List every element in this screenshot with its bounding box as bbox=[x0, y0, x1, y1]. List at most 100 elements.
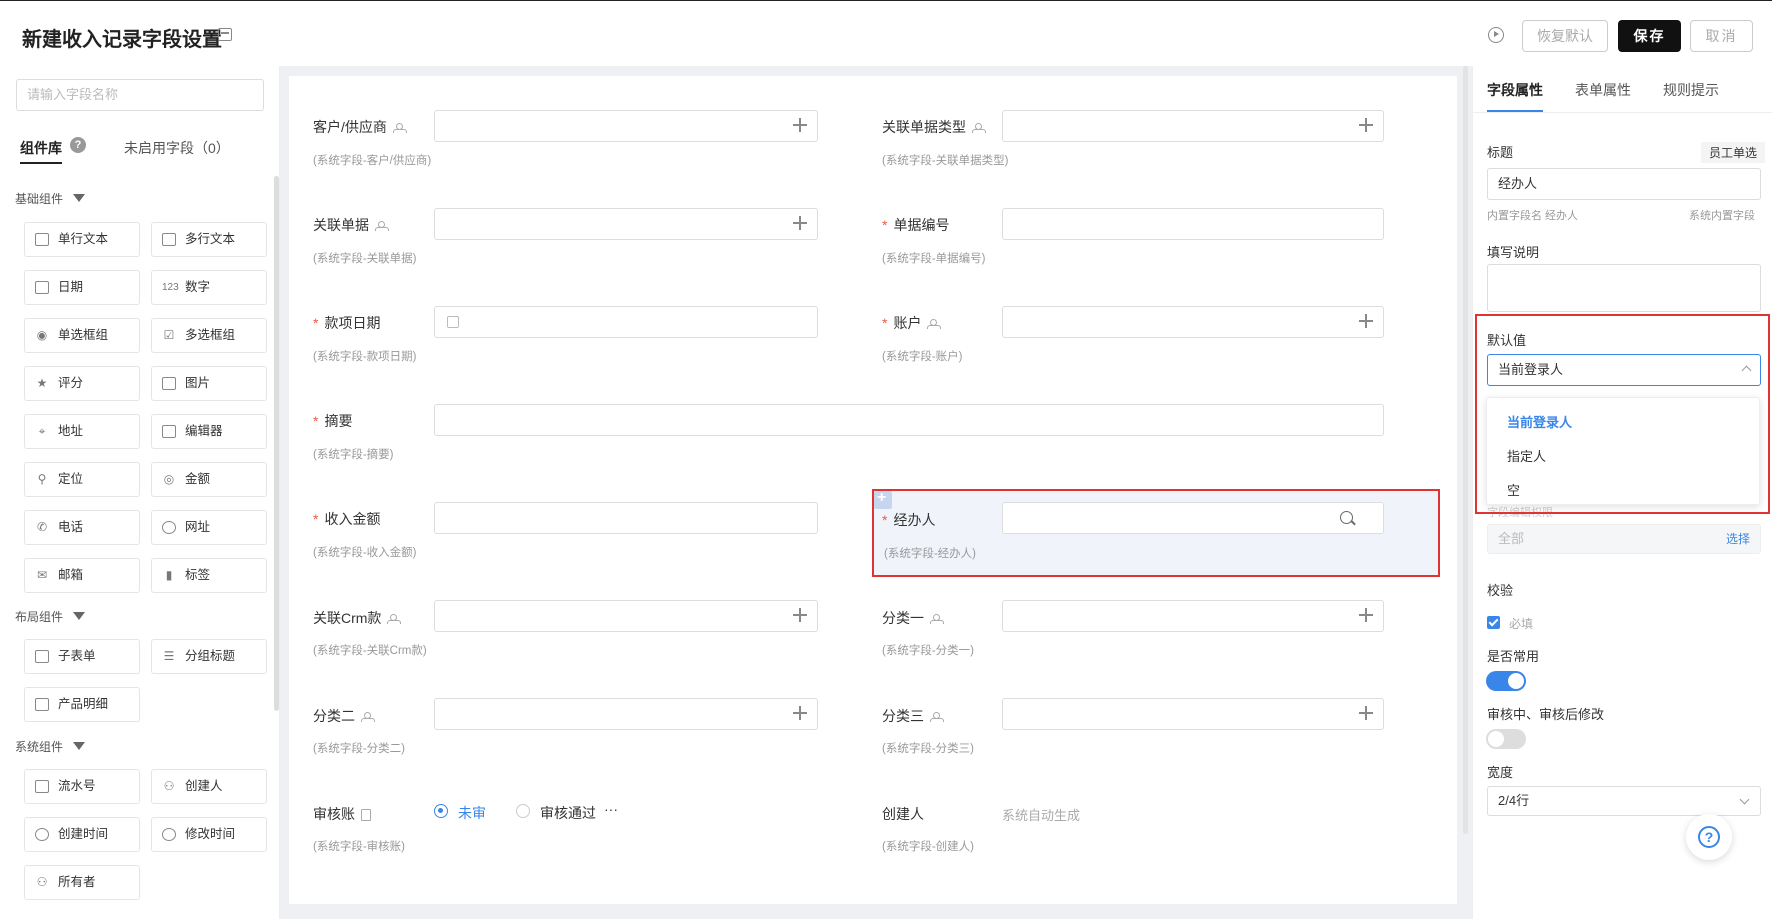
linked-doc-input[interactable] bbox=[434, 208, 818, 240]
default-value-select[interactable]: 当前登录人 bbox=[1487, 354, 1761, 386]
component-subform[interactable]: 子表单 bbox=[24, 639, 140, 674]
component-image[interactable]: 图片 bbox=[151, 366, 267, 401]
option-current-user[interactable]: 当前登录人 bbox=[1507, 412, 1572, 431]
component-editor[interactable]: 编辑器 bbox=[151, 414, 267, 449]
category-one-input[interactable] bbox=[1002, 600, 1384, 632]
component-date[interactable]: 日期 bbox=[24, 270, 140, 305]
title-label: 标题 bbox=[1487, 145, 1514, 160]
field-search-input[interactable]: 请输入字段名称 bbox=[16, 79, 264, 111]
field-sub-summary: (系统字段-摘要) bbox=[313, 449, 394, 461]
permission-scope-input[interactable]: 全部 选择 bbox=[1487, 524, 1761, 554]
map-pin-icon: ⚲ bbox=[37, 472, 47, 486]
caret-down-icon[interactable] bbox=[73, 194, 85, 202]
component-single-text[interactable]: 单行文本 bbox=[24, 222, 140, 257]
section-system[interactable]: 系统组件 bbox=[15, 738, 63, 755]
category-two-input[interactable] bbox=[434, 698, 818, 730]
tab-rule-tips[interactable]: 规则提示 bbox=[1663, 80, 1719, 100]
tab-field-properties[interactable]: 字段属性 bbox=[1487, 80, 1543, 100]
component-creator[interactable]: ⚇ 创建人 bbox=[151, 769, 267, 804]
plus-icon[interactable] bbox=[792, 607, 808, 623]
editor-icon bbox=[162, 425, 176, 438]
field-sub-category-one: (系统字段-分类一) bbox=[882, 645, 974, 657]
plus-icon[interactable] bbox=[1358, 313, 1374, 329]
radio-label-unaudited[interactable]: 未审 bbox=[458, 803, 486, 823]
component-owner[interactable]: ⚇ 所有者 bbox=[24, 865, 140, 900]
select-link[interactable]: 选择 bbox=[1726, 525, 1750, 553]
caret-down-icon[interactable] bbox=[73, 612, 85, 620]
drag-handle-icon[interactable] bbox=[874, 489, 892, 509]
builtin-field-name: 内置字段名 经办人 bbox=[1487, 210, 1579, 222]
payment-date-input[interactable] bbox=[434, 306, 818, 338]
caret-down-icon[interactable] bbox=[73, 742, 85, 750]
component-group-title[interactable]: ☰ 分组标题 bbox=[151, 639, 267, 674]
component-radio-group[interactable]: ◉ 单选框组 bbox=[24, 318, 140, 353]
section-layout[interactable]: 布局组件 bbox=[15, 608, 63, 625]
component-serial-number[interactable]: 流水号 bbox=[24, 769, 140, 804]
search-icon[interactable] bbox=[1340, 511, 1353, 524]
tab-unused-fields[interactable]: 未启用字段（0） bbox=[124, 138, 230, 158]
help-button[interactable]: ? bbox=[1686, 814, 1732, 860]
component-phone[interactable]: ✆ 电话 bbox=[24, 510, 140, 545]
component-checkbox-group[interactable]: ☑ 多选框组 bbox=[151, 318, 267, 353]
option-specified-person[interactable]: 指定人 bbox=[1507, 446, 1546, 465]
option-empty[interactable]: 空 bbox=[1507, 480, 1520, 499]
component-url[interactable]: 网址 bbox=[151, 510, 267, 545]
radio-label-approved[interactable]: 审核通过 bbox=[540, 803, 596, 823]
handler-input[interactable] bbox=[1002, 502, 1384, 534]
component-created-time[interactable]: 创建时间 bbox=[24, 817, 140, 852]
title-input[interactable]: 经办人 bbox=[1487, 168, 1761, 200]
component-email[interactable]: ✉ 邮箱 bbox=[24, 558, 140, 593]
linked-crm-input[interactable] bbox=[434, 600, 818, 632]
canvas-scrollbar[interactable] bbox=[1463, 66, 1468, 834]
radio-icon: ◉ bbox=[36, 328, 48, 342]
radio-unaudited[interactable] bbox=[434, 804, 448, 818]
income-amount-input[interactable] bbox=[434, 502, 818, 534]
plus-icon[interactable] bbox=[1358, 117, 1374, 133]
component-number[interactable]: 123 数字 bbox=[151, 270, 267, 305]
description-textarea[interactable] bbox=[1487, 264, 1761, 312]
restore-default-button[interactable]: 恢复默认 bbox=[1522, 20, 1608, 52]
linked-doc-type-input[interactable] bbox=[1002, 110, 1384, 142]
plus-icon[interactable] bbox=[1358, 607, 1374, 623]
image-icon bbox=[162, 377, 176, 390]
radio-approved[interactable] bbox=[516, 804, 530, 818]
field-label-linked-doc-type: 关联单据类型 bbox=[882, 117, 986, 137]
audit-edit-toggle[interactable] bbox=[1486, 729, 1526, 749]
person-icon bbox=[361, 712, 375, 723]
tab-component-library[interactable]: 组件库 bbox=[20, 138, 62, 158]
person-icon bbox=[930, 712, 944, 723]
layout-toggle-icon[interactable] bbox=[218, 28, 232, 41]
summary-input[interactable] bbox=[434, 404, 1384, 436]
component-address[interactable]: ⌖ 地址 bbox=[24, 414, 140, 449]
help-badge-icon[interactable]: ? bbox=[70, 137, 86, 153]
required-checkbox[interactable] bbox=[1487, 616, 1500, 629]
question-icon: ? bbox=[1698, 826, 1720, 848]
plus-icon[interactable] bbox=[1358, 705, 1374, 721]
component-tag[interactable]: ▮ 标签 bbox=[151, 558, 267, 593]
creator-auto-value: 系统自动生成 bbox=[1002, 808, 1081, 823]
plus-icon[interactable] bbox=[792, 117, 808, 133]
tab-form-properties[interactable]: 表单属性 bbox=[1575, 80, 1631, 100]
category-three-input[interactable] bbox=[1002, 698, 1384, 730]
component-location[interactable]: ⚲ 定位 bbox=[24, 462, 140, 497]
component-multi-text[interactable]: 多行文本 bbox=[151, 222, 267, 257]
plus-icon[interactable] bbox=[792, 215, 808, 231]
component-rating[interactable]: ★ 评分 bbox=[24, 366, 140, 401]
component-amount[interactable]: ◎ 金额 bbox=[151, 462, 267, 497]
common-toggle[interactable] bbox=[1486, 671, 1526, 691]
account-input[interactable] bbox=[1002, 306, 1384, 338]
component-modified-time[interactable]: 修改时间 bbox=[151, 817, 267, 852]
document-icon bbox=[361, 809, 371, 822]
doc-number-input[interactable] bbox=[1002, 208, 1384, 240]
preview-play-icon[interactable] bbox=[1488, 27, 1504, 43]
component-product-detail[interactable]: 产品明细 bbox=[24, 687, 140, 722]
chevron-down-icon bbox=[1739, 794, 1750, 805]
more-options-icon[interactable]: ··· bbox=[604, 801, 618, 817]
save-button[interactable]: 保存 bbox=[1618, 20, 1681, 52]
width-select[interactable]: 2/4行 bbox=[1487, 786, 1761, 816]
section-basic[interactable]: 基础组件 bbox=[15, 190, 63, 207]
plus-icon[interactable] bbox=[792, 705, 808, 721]
customer-input[interactable] bbox=[434, 110, 818, 142]
left-scrollbar[interactable] bbox=[274, 176, 279, 711]
cancel-button[interactable]: 取消 bbox=[1690, 20, 1753, 52]
